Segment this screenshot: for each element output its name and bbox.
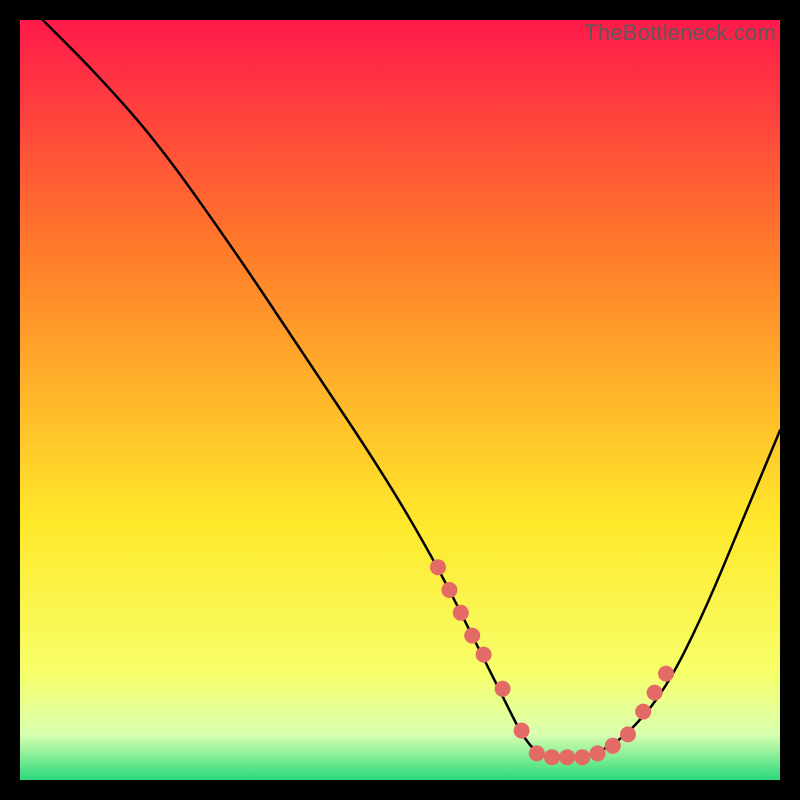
sample-dot bbox=[590, 745, 606, 761]
chart-svg bbox=[20, 20, 780, 780]
sample-dot bbox=[464, 628, 480, 644]
sample-dot bbox=[605, 738, 621, 754]
sample-dot bbox=[529, 745, 545, 761]
sample-dot bbox=[635, 704, 651, 720]
sample-dot bbox=[559, 749, 575, 765]
sample-dot bbox=[544, 749, 560, 765]
sample-dot bbox=[620, 726, 636, 742]
watermark-text: TheBottleneck.com bbox=[584, 20, 776, 46]
sample-dot bbox=[514, 723, 530, 739]
sample-dot bbox=[647, 685, 663, 701]
sample-dot bbox=[658, 666, 674, 682]
sample-dot bbox=[476, 647, 492, 663]
sample-dot bbox=[430, 559, 446, 575]
sample-dot bbox=[441, 582, 457, 598]
sample-dot bbox=[495, 681, 511, 697]
chart-frame: TheBottleneck.com bbox=[20, 20, 780, 780]
sample-dot bbox=[574, 749, 590, 765]
sample-dot bbox=[453, 605, 469, 621]
